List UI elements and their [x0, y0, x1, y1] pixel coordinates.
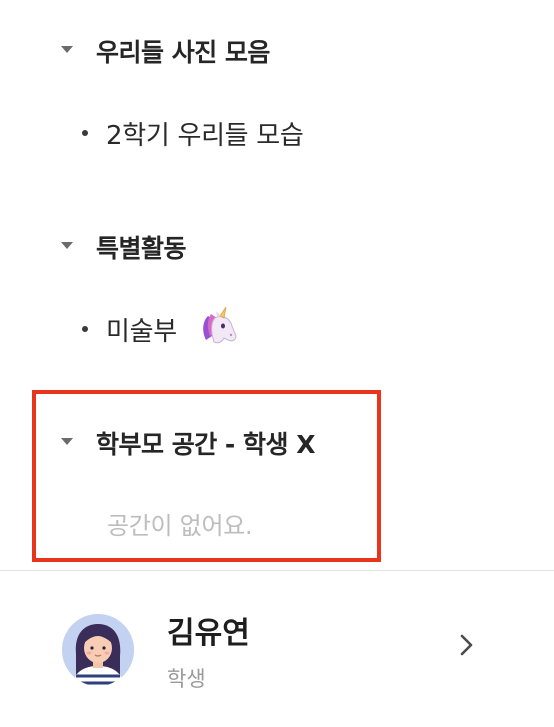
section-header-photos[interactable]: 우리들 사진 모음	[0, 30, 554, 70]
empty-state-message: 공간이 없어요.	[107, 512, 253, 540]
avatar	[62, 614, 134, 686]
avatar-illustration	[62, 614, 134, 686]
caret-down-icon	[61, 46, 73, 53]
list-item-label: 미술부	[106, 317, 177, 347]
bullet-dot	[82, 326, 88, 332]
section-title: 특별활동	[96, 234, 187, 263]
profile-row[interactable]: 김유연 학생	[0, 571, 554, 727]
section-title: 학부모 공간 - 학생 X	[96, 430, 315, 459]
bullet-dot	[82, 130, 88, 136]
profile-name: 김유연	[167, 616, 250, 651]
section-title: 우리들 사진 모음	[96, 38, 270, 67]
profile-role: 학생	[167, 667, 206, 691]
section-header-parents[interactable]: 학부모 공간 - 학생 X	[0, 421, 554, 461]
caret-down-icon	[61, 438, 73, 445]
board-menu-screen: 우리들 사진 모음 2학기 우리들 모습 특별활동 미술부 학부모 공간 - 학…	[0, 0, 554, 727]
section-header-activities[interactable]: 특별활동	[0, 225, 554, 265]
chevron-right-icon[interactable]	[456, 631, 478, 659]
list-item-label: 2학기 우리들 모습	[106, 121, 304, 151]
list-item-art-club[interactable]: 미술부	[0, 306, 554, 350]
unicorn-icon	[203, 306, 237, 344]
caret-down-icon	[61, 242, 73, 249]
list-item-semester2-photos[interactable]: 2학기 우리들 모습	[0, 110, 554, 154]
